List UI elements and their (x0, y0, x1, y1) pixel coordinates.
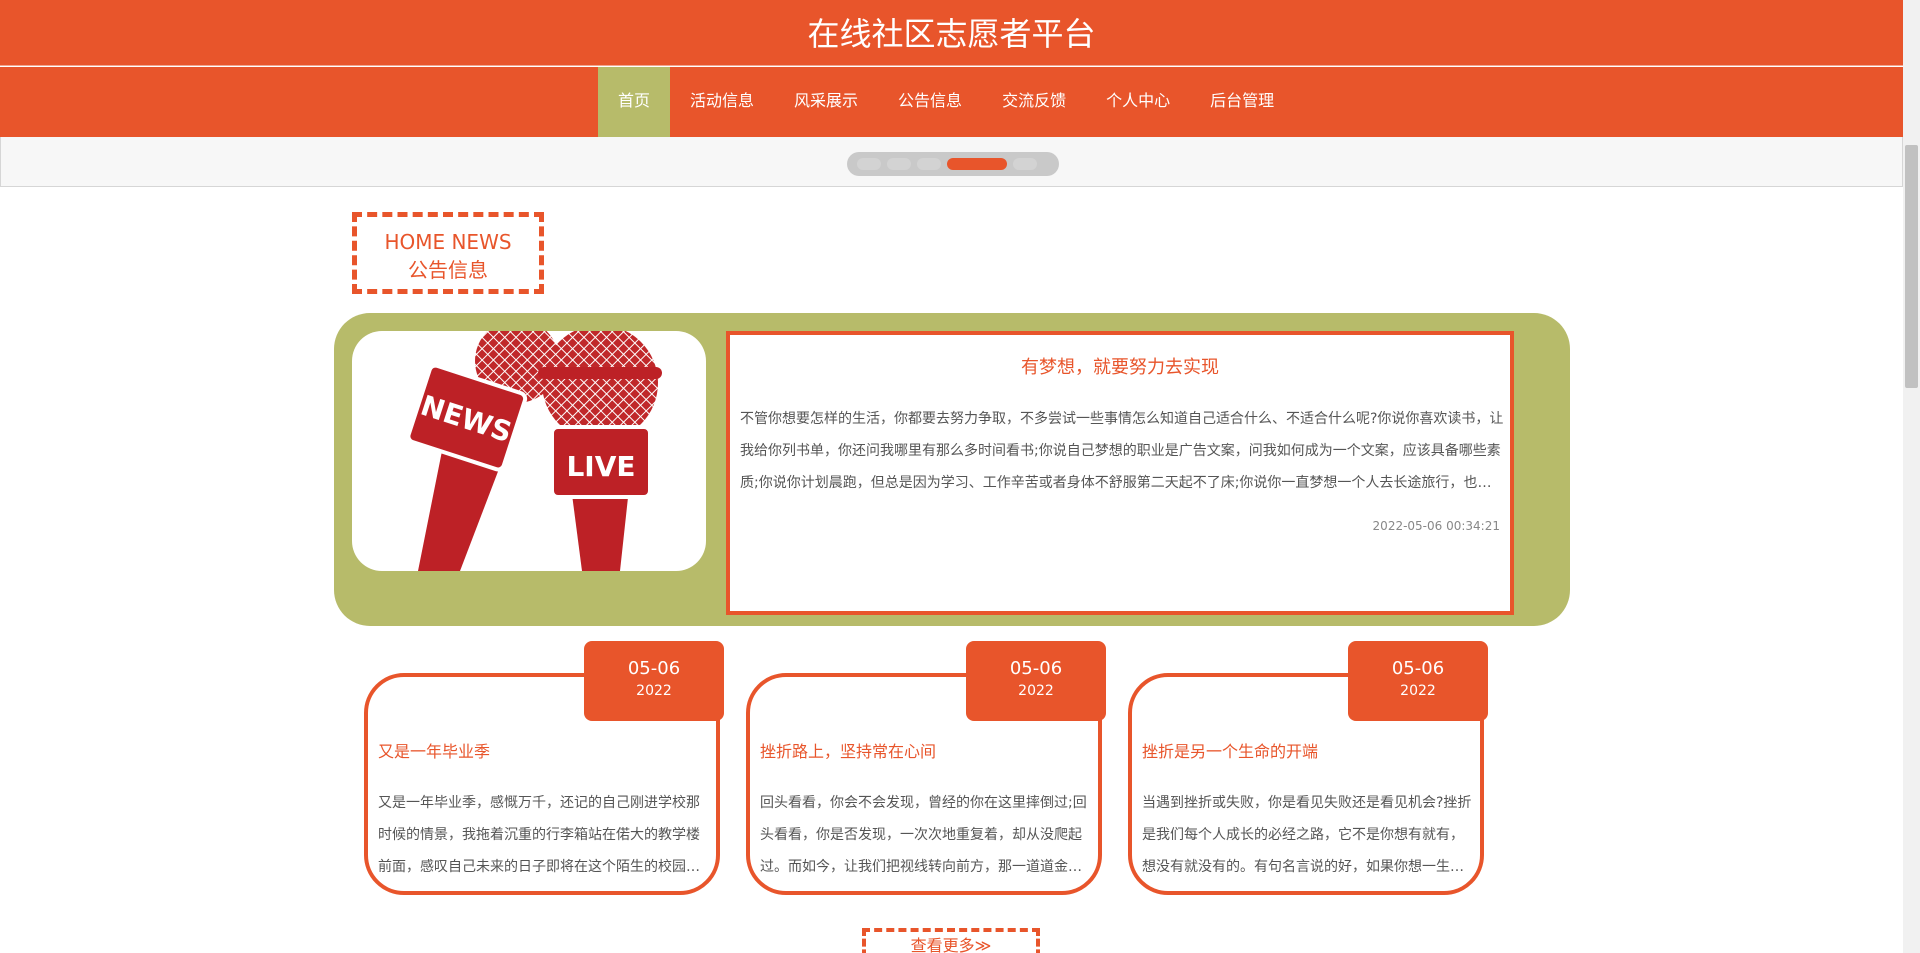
page: 在线社区志愿者平台 首页 活动信息 风采展示 公告信息 交流反馈 个人中心 后台… (0, 0, 1903, 953)
section-title-news: HOME NEWS 公告信息 (352, 212, 544, 294)
news-card-date-badge: 05-06 2022 (1348, 641, 1488, 721)
carousel-dot-4[interactable] (947, 158, 1007, 170)
news-card-summary: 当遇到挫折或失败，你是看见失败还是看见机会?挫折是我们每个人成长的必经之路，它不… (1142, 795, 1472, 875)
banner-carousel (0, 137, 1903, 187)
nav-item-activities[interactable]: 活动信息 (670, 67, 774, 137)
carousel-dot-1[interactable] (857, 158, 881, 170)
nav-item-profile[interactable]: 个人中心 (1086, 67, 1190, 137)
scrollbar-thumb[interactable] (1905, 145, 1918, 388)
news-card-year: 2022 (1018, 683, 1054, 699)
news-card-title[interactable]: 挫折是另一个生命的开端 (1142, 741, 1472, 763)
carousel-dot-2[interactable] (887, 158, 911, 170)
news-card-summary: 回头看看，你会不会发现，曾经的你在这里摔倒过;回头看看，你是否发现，一次次地重复… (760, 795, 1087, 875)
nav-list: 首页 活动信息 风采展示 公告信息 交流反馈 个人中心 后台管理 (598, 67, 1294, 137)
featured-news[interactable]: NEWS LIVE 有梦想，就要努力去实现 不管你想要怎样的生活，你都要去努力争… (334, 313, 1570, 626)
carousel-dot-5[interactable] (1013, 158, 1037, 170)
svg-text:LIVE: LIVE (566, 450, 635, 483)
carousel-dot-3[interactable] (917, 158, 941, 170)
featured-news-title[interactable]: 有梦想，就要努力去实现 (730, 355, 1510, 381)
news-card-year: 2022 (636, 683, 672, 699)
featured-news-summary: 不管你想要怎样的生活，你都要去努力争取，不多尝试一些事情怎么知道自己适合什么、不… (740, 411, 1504, 491)
news-card-title[interactable]: 挫折路上，坚持常在心间 (760, 741, 1090, 763)
site-title: 在线社区志愿者平台 (807, 15, 1096, 53)
news-card-day: 05-06 (1009, 658, 1063, 679)
nav-item-home[interactable]: 首页 (598, 67, 671, 137)
section-title-cn: 公告信息 (408, 258, 488, 282)
page-scrollbar[interactable] (1903, 0, 1920, 953)
featured-news-content: 有梦想，就要努力去实现 不管你想要怎样的生活，你都要去努力争取，不多尝试一些事情… (726, 331, 1514, 615)
section-title-en: HOME NEWS (384, 230, 512, 254)
news-card-title[interactable]: 又是一年毕业季 (378, 741, 708, 763)
nav-item-admin[interactable]: 后台管理 (1190, 67, 1294, 137)
news-card-day: 05-06 (627, 658, 681, 679)
news-card-year: 2022 (1400, 683, 1436, 699)
nav-item-announcements[interactable]: 公告信息 (878, 67, 982, 137)
main-nav: 首页 活动信息 风采展示 公告信息 交流反馈 个人中心 后台管理 (0, 67, 1903, 137)
site-header: 在线社区志愿者平台 (0, 0, 1903, 66)
news-card-date-badge: 05-06 2022 (966, 641, 1106, 721)
nav-item-showcase[interactable]: 风采展示 (774, 67, 878, 137)
carousel-indicators (847, 152, 1059, 176)
news-card-day: 05-06 (1391, 658, 1445, 679)
news-card-summary: 又是一年毕业季，感慨万千，还记的自己刚进学校那时候的情景，我拖着沉重的行李箱站在… (378, 795, 700, 875)
news-live-microphones-icon: NEWS LIVE (406, 331, 662, 571)
view-more-button[interactable]: 查看更多≫ (862, 928, 1040, 953)
featured-news-image[interactable]: NEWS LIVE (352, 331, 706, 571)
featured-news-date: 2022-05-06 00:34:21 (1372, 519, 1500, 533)
nav-item-feedback[interactable]: 交流反馈 (982, 67, 1086, 137)
news-card-date-badge: 05-06 2022 (584, 641, 724, 721)
